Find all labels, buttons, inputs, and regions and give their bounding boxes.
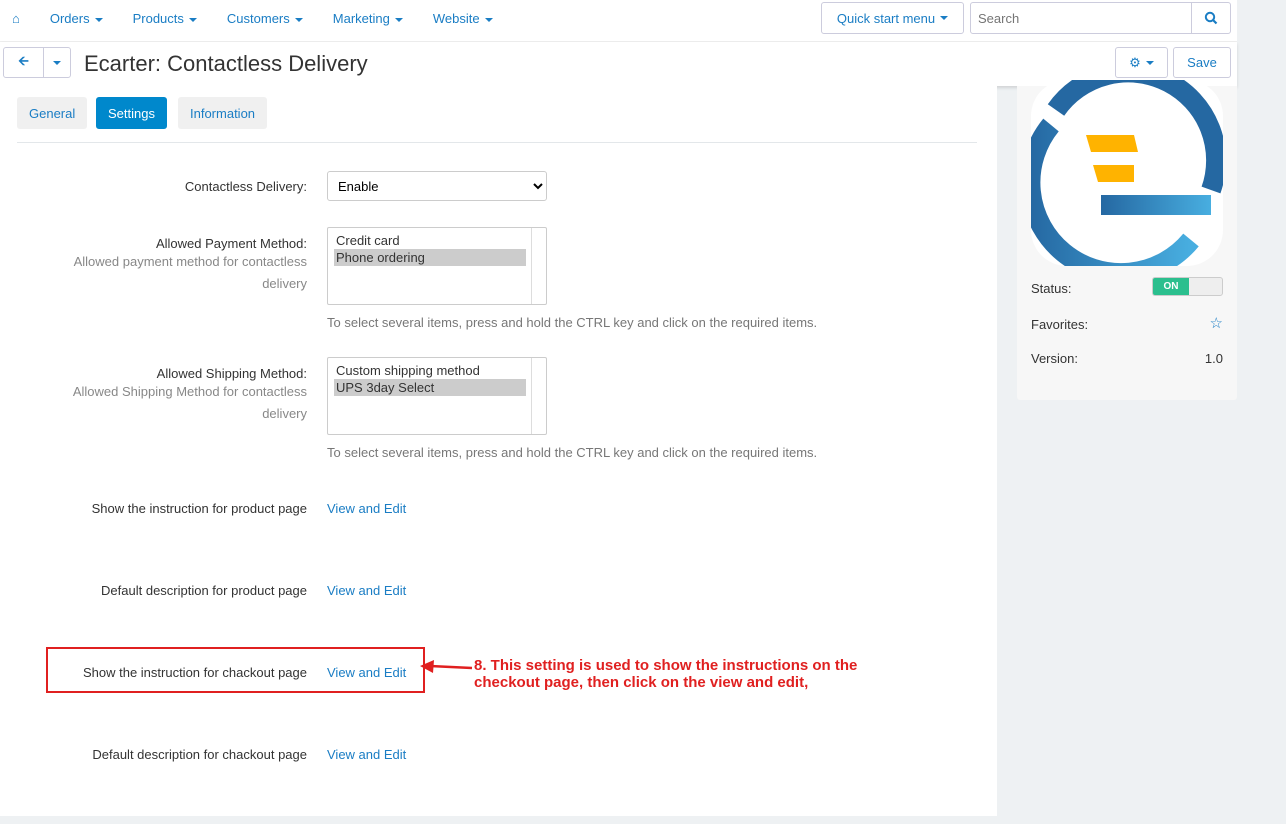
version-value: 1.0 xyxy=(1204,351,1223,366)
payment-method-listbox[interactable]: Credit card Phone ordering xyxy=(327,227,547,305)
search-button[interactable] xyxy=(1191,2,1231,34)
list-option[interactable]: Custom shipping method xyxy=(334,362,526,379)
favorites-label: Favorites: xyxy=(1031,317,1089,332)
nav-label: Products xyxy=(132,11,184,26)
list-option[interactable]: Credit card xyxy=(334,232,526,249)
row-label: Default description for chackout page xyxy=(92,747,307,762)
divider xyxy=(17,142,977,143)
annotation-line: checkout page, then click on the view an… xyxy=(474,674,809,691)
row-label: Default description for product page xyxy=(101,583,307,598)
shipping-method-description: Allowed Shipping Method for contactless … xyxy=(72,384,307,421)
nav-label: Customers xyxy=(226,11,290,26)
star-icon[interactable]: ☆ xyxy=(1210,316,1223,332)
quick-start-menu-button[interactable]: Quick start menu xyxy=(821,2,964,34)
toggle-on-label: ON xyxy=(1153,278,1189,295)
version-label: Version: xyxy=(1031,351,1078,366)
back-button[interactable]: 🡨 xyxy=(3,47,44,78)
nav-website[interactable]: Website xyxy=(433,11,493,26)
arrow-left-icon: 🡨 xyxy=(18,52,29,68)
contactless-delivery-select[interactable]: Enable xyxy=(327,171,547,201)
search-input[interactable] xyxy=(970,2,1192,34)
nav-label: Orders xyxy=(49,11,90,26)
view-and-edit-link[interactable]: View and Edit xyxy=(327,747,406,762)
annotation-text: 8. This setting is used to show the inst… xyxy=(474,657,857,691)
row-label: Show the instruction for product page xyxy=(91,501,307,516)
view-and-edit-link[interactable]: View and Edit xyxy=(327,583,406,598)
tab-information[interactable]: Information xyxy=(178,97,268,129)
gear-icon: ⚙ xyxy=(1129,54,1141,70)
scrollbar[interactable] xyxy=(531,228,546,304)
annotation-arrow-icon xyxy=(420,660,473,673)
ecarter-logo xyxy=(1031,80,1223,266)
back-dropdown-button[interactable] xyxy=(43,47,71,78)
payment-method-description: Allowed payment method for contactless d… xyxy=(73,254,307,291)
top-navbar: ⌂ Orders Products Customers Marketing We… xyxy=(0,0,1237,42)
payment-method-label: Allowed Payment Method: xyxy=(155,236,307,251)
nav-orders[interactable]: Orders xyxy=(50,11,103,26)
scrollbar[interactable] xyxy=(531,358,546,434)
tab-settings[interactable]: Settings xyxy=(96,97,167,129)
search-icon xyxy=(1204,11,1218,25)
nav-products[interactable]: Products xyxy=(133,11,197,26)
status-label: Status: xyxy=(1031,281,1072,296)
nav-label: Website xyxy=(432,11,480,26)
list-option-selected[interactable]: Phone ordering xyxy=(334,249,526,266)
status-toggle[interactable]: ON xyxy=(1152,277,1223,296)
settings-dropdown-button[interactable]: ⚙ xyxy=(1115,47,1168,78)
nav-label: Marketing xyxy=(332,11,390,26)
multi-select-hint: To select several items, press and hold … xyxy=(327,445,818,460)
page-title: Ecarter: Contactless Delivery xyxy=(84,51,368,76)
caret-down-icon xyxy=(53,60,61,65)
addon-sidebar: Status: ON Favorites: ☆ Version: 1.0 xyxy=(1017,80,1237,400)
save-button[interactable]: Save xyxy=(1173,47,1231,78)
shipping-method-label: Allowed Shipping Method: xyxy=(156,366,307,381)
nav-customers[interactable]: Customers xyxy=(227,11,303,26)
settings-panel: General Settings Information Contactless… xyxy=(0,86,997,816)
tab-general[interactable]: General xyxy=(17,97,88,129)
home-icon[interactable]: ⌂ xyxy=(12,11,20,26)
contactless-delivery-label: Contactless Delivery: xyxy=(184,179,307,194)
annotation-line: 8. This setting is used to show the inst… xyxy=(474,657,858,674)
shipping-method-listbox[interactable]: Custom shipping method UPS 3day Select xyxy=(327,357,547,435)
highlight-box xyxy=(46,647,425,693)
list-option-selected[interactable]: UPS 3day Select xyxy=(334,379,526,396)
multi-select-hint: To select several items, press and hold … xyxy=(327,315,818,330)
quick-start-label: Quick start menu xyxy=(836,10,936,26)
view-and-edit-link[interactable]: View and Edit xyxy=(327,501,406,516)
nav-marketing[interactable]: Marketing xyxy=(333,11,403,26)
